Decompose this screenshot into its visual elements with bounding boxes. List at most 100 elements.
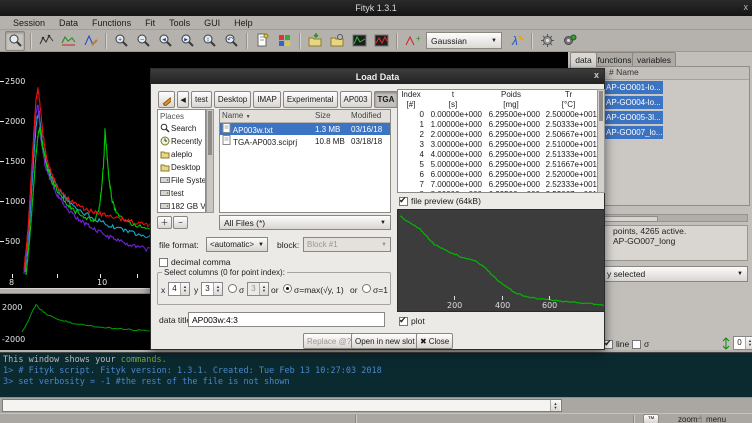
place-item-test[interactable]: test [158,187,205,200]
data-list-hscrollbar[interactable] [602,214,748,222]
place-item-recently-u-[interactable]: Recently U... [158,135,205,148]
zoom-in-icon[interactable]: + [111,31,131,51]
scrollbar-thumb[interactable] [599,91,603,121]
menu-data[interactable]: Data [52,18,85,28]
places-list[interactable]: Places SearchRecently U...aleploDesktopF… [157,109,206,213]
sigma-checkbox[interactable]: σ [632,339,649,349]
menu-functions[interactable]: Functions [85,18,138,28]
dataset-name[interactable]: AP-GO001-lo... [603,81,663,94]
data-plot-icon[interactable] [349,31,369,51]
tab-variables[interactable]: variables [632,52,676,66]
dialog-titlebar[interactable]: Load Data x [151,69,604,84]
file-row[interactable]: TGA-AP003.sciprj 10.8 MB 03/18/18 [220,135,390,147]
line-checkbox[interactable]: line [604,339,629,349]
zoom-out-icon[interactable]: − [133,31,153,51]
path-button-tga[interactable]: TGA [374,91,399,108]
function-type-dropdown[interactable]: Gaussian▼ [426,32,502,49]
places-scrollbar[interactable] [206,109,214,213]
place-item-aleplo[interactable]: aleplo [158,148,205,161]
exec-script-icon[interactable] [327,31,347,51]
column-name[interactable]: Name ▼ [220,110,313,122]
sigma-max-radio[interactable] [283,284,292,293]
place-item-desktop[interactable]: Desktop [158,161,205,174]
command-input[interactable]: ▲▼ [2,399,562,412]
file-list[interactable]: Name ▼ Size Modified AP003w.txt 1.3 MB 0… [219,109,391,213]
tab-functions[interactable]: functions [594,52,635,66]
window-titlebar[interactable]: Fityk 1.3.1 x [0,0,752,16]
place-item-182-gb-vol-[interactable]: 182 GB Vol... [158,200,205,213]
menu-fit[interactable]: Fit [138,18,162,28]
path-button-desktop[interactable]: Desktop [214,91,251,108]
plot-checkbox[interactable]: plot [399,316,425,326]
config-icon[interactable] [274,31,294,51]
func-plot-icon[interactable] [371,31,391,51]
page-icon[interactable] [252,31,272,51]
open-data-icon[interactable] [305,31,325,51]
close-button[interactable]: ✖Close [416,333,453,349]
spinner-arrows-icon[interactable]: ▲▼ [180,283,189,295]
zoom-right-icon[interactable]: ▸ [177,31,197,51]
data-title-input[interactable] [188,312,385,327]
menu-gui[interactable]: GUI [197,18,227,28]
auto-add-icon[interactable]: + [402,31,422,51]
file-filter-dropdown[interactable]: All Files (*) ▼ [219,215,391,230]
checkbox-icon[interactable] [604,340,613,349]
baseline-icon[interactable] [58,31,78,51]
menu-session[interactable]: Session [6,18,52,28]
zoom-left-icon[interactable]: ◂ [155,31,175,51]
add-peak-draw-icon[interactable] [80,31,100,51]
column-size[interactable]: Size [313,110,349,122]
tab-data[interactable]: data [570,52,597,67]
scrollbar-thumb[interactable] [208,111,212,155]
dataset-name[interactable]: AP-GO004-lo... [603,96,663,109]
zoom-mode-icon[interactable] [5,31,25,51]
type-filename-button[interactable] [158,91,175,108]
decimal-comma-checkbox[interactable]: decimal comma [159,257,231,267]
open-in-new-slot-button[interactable]: Open in new slot [351,333,419,349]
checkbox-icon[interactable] [159,258,168,267]
column-modified[interactable]: Modified [349,110,390,122]
zoom-vert-icon[interactable]: ↕ [199,31,219,51]
zoom-prev-icon[interactable]: ↶ [221,31,241,51]
add-place-button[interactable]: ＋ [157,216,172,229]
menu-help[interactable]: Help [227,18,260,28]
sigma-one-radio[interactable] [362,284,371,293]
dialog-close-icon[interactable]: x [594,70,599,80]
checkbox-icon[interactable] [399,197,408,206]
place-item-file-system[interactable]: File System [158,174,205,187]
coord-format-button[interactable]: ™ [643,414,659,423]
checkbox-icon[interactable] [399,317,408,326]
run-fit-icon[interactable] [559,31,579,51]
file-row[interactable]: AP003w.txt 1.3 MB 03/16/18 [220,123,390,135]
data-range-icon[interactable] [36,31,56,51]
checkbox-icon[interactable] [632,340,641,349]
spinner-arrows-icon[interactable]: ▲▼ [745,337,752,349]
file-list-columns[interactable]: Name ▼ Size Modified [220,110,390,123]
dataset-name[interactable]: AP-GO005-3l... [603,111,663,124]
scrollbar-thumb[interactable] [604,216,658,222]
point-size-spinner[interactable]: 0▲▼ [733,336,752,350]
menu-tools[interactable]: Tools [162,18,197,28]
sigma-column-radio[interactable] [228,284,237,293]
y-column-spinner[interactable]: 3▲▼ [201,282,223,296]
dataset-name[interactable]: AP-GO007_lo... [603,126,663,139]
window-close-icon[interactable]: x [744,2,749,12]
remove-place-button[interactable]: − [173,216,188,229]
spinner-arrows-icon[interactable]: ▲▼ [213,283,222,295]
path-button-experimental[interactable]: Experimental [283,91,338,108]
place-item-search[interactable]: Search [158,122,205,135]
preview-scrollbar[interactable] [597,89,605,193]
file-format-dropdown[interactable]: <automatic>▼ [206,237,268,252]
x-column-spinner[interactable]: 4▲▼ [168,282,190,296]
file-preview-checkbox[interactable]: file preview (64kB) [399,196,481,206]
path-button-imap[interactable]: IMAP [253,91,281,108]
history-spinner-icon[interactable]: ▲▼ [550,400,560,411]
path-button-ap003[interactable]: AP003 [340,91,372,108]
settings-gear-icon[interactable] [537,31,557,51]
status-zoom-label[interactable]: zoom [678,415,698,423]
status-menu-label[interactable]: menu [706,415,726,423]
path-back-button[interactable]: ◀ [177,91,189,108]
path-button-test[interactable]: test [191,91,212,108]
output-console[interactable]: This window shows your commands. 1> # Fi… [0,352,752,397]
lambda-icon[interactable]: λ [506,31,526,51]
